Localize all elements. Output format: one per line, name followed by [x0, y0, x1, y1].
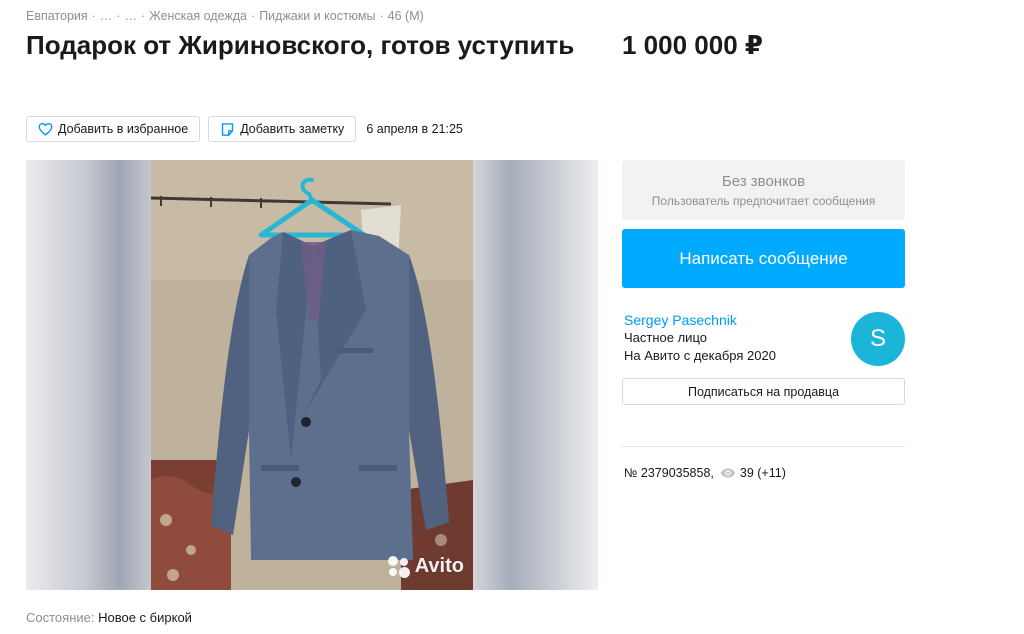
breadcrumb-item-city[interactable]: Евпатория [26, 9, 88, 23]
add-to-favorites-label: Добавить в избранное [58, 122, 189, 136]
listing-price: 1 000 000 ₽ [622, 30, 763, 60]
eye-icon [720, 467, 736, 479]
seller-since: На Авито с декабря 2020 [624, 348, 776, 363]
breadcrumb: Евпатория ·… ·… · Женская одежда · Пиджаки и к… [26, 9, 424, 23]
seller-avatar[interactable]: S [851, 312, 905, 366]
condition-value: Новое с биркой [98, 610, 192, 625]
add-note-label: Добавить заметку [240, 122, 345, 136]
avito-logo-icon [387, 555, 410, 578]
watermark-text: Avito [414, 555, 464, 577]
breadcrumb-item-size[interactable]: 46 (M) [388, 9, 424, 23]
subscribe-seller-button[interactable]: Подписаться на продавца [622, 378, 905, 405]
condition-row: Состояние: Новое с биркой [26, 610, 192, 625]
listing-photo[interactable] [151, 160, 473, 590]
seller-type: Частное лицо [624, 330, 707, 345]
listing-title: Подарок от Жириновского, готов уступить [26, 30, 575, 60]
no-calls-notice: Без звонков Пользователь предпочитает со… [622, 160, 905, 220]
heart-icon [37, 121, 53, 137]
listing-actions: Добавить в избранное Добавить заметку 6 … [26, 116, 463, 142]
note-icon [219, 121, 235, 137]
add-note-button[interactable]: Добавить заметку [208, 116, 357, 142]
breadcrumb-separator: · [379, 9, 384, 23]
gallery-blur-right [473, 160, 598, 590]
listing-meta: № 2379035858, 39 (+11) [624, 466, 786, 480]
breadcrumb-separator: · [116, 9, 121, 23]
breadcrumb-item-subcategory[interactable]: Пиджаки и костюмы [259, 9, 375, 23]
no-calls-subtitle: Пользователь предпочитает сообщения [651, 194, 876, 208]
add-to-favorites-button[interactable]: Добавить в избранное [26, 116, 201, 142]
photo-gallery[interactable]: Avito [26, 160, 598, 590]
view-count: 39 (+11) [739, 466, 786, 480]
breadcrumb-separator: · [91, 9, 96, 23]
no-calls-title: Без звонков [721, 173, 806, 190]
divider [622, 446, 905, 447]
condition-label: Состояние: [26, 610, 95, 625]
listing-number: № 2379035858, [624, 466, 714, 480]
breadcrumb-item-category[interactable]: Женская одежда [149, 9, 247, 23]
avito-watermark: Avito [387, 555, 464, 578]
write-message-button[interactable]: Написать сообщение [622, 229, 905, 288]
seller-name-link[interactable]: Sergey Pasechnik [624, 312, 737, 328]
breadcrumb-item-collapsed[interactable]: … [125, 9, 138, 23]
breadcrumb-item-collapsed[interactable]: … [100, 9, 113, 23]
publish-date: 6 апреля в 21:25 [366, 122, 463, 136]
suit-jacket-image [151, 160, 473, 590]
breadcrumb-separator: · [141, 9, 146, 23]
gallery-blur-left [26, 160, 151, 590]
breadcrumb-separator: · [251, 9, 256, 23]
